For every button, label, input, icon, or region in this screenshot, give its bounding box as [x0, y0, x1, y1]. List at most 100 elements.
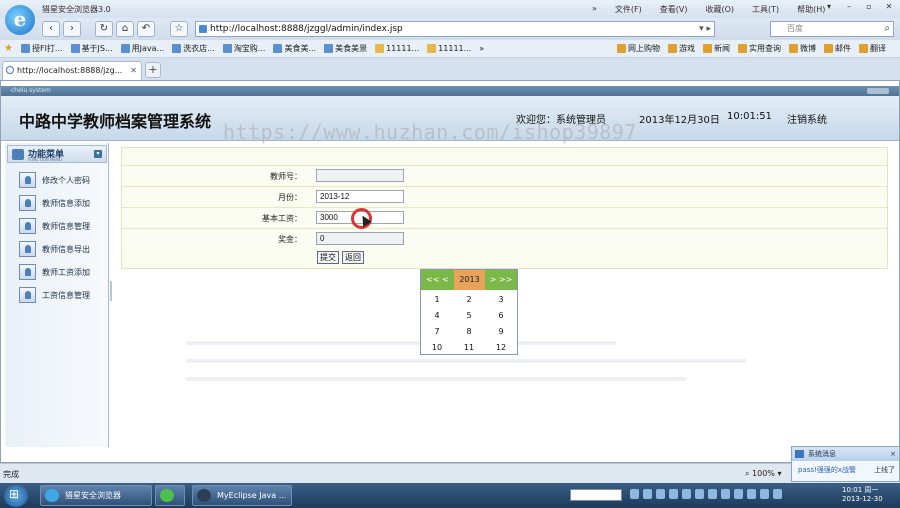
tab-close-icon[interactable]: ✕ [130, 62, 137, 79]
undo-icon[interactable]: ↶ [137, 21, 155, 37]
task-app[interactable] [155, 485, 185, 506]
month-cell[interactable]: 2 [453, 292, 485, 308]
strip-controls[interactable] [867, 88, 889, 94]
tab-current[interactable]: http://localhost:8888/jzg... ✕ [2, 61, 142, 80]
favorite-link[interactable]: 授FI打... [20, 43, 63, 54]
logout-link[interactable]: 注销系统 [787, 111, 827, 126]
new-tab-button[interactable]: + [145, 62, 161, 78]
favorite-shopping[interactable]: 网上购物 [617, 43, 660, 54]
taskbar-clock[interactable]: 10:01 周一 2013-12-30 [842, 486, 883, 504]
tray-icon[interactable] [643, 489, 652, 499]
page-top-strip: chelu system [1, 86, 899, 96]
tray-icon[interactable] [734, 489, 743, 499]
bonus-field[interactable] [316, 232, 404, 245]
task-browser[interactable]: 猎星安全浏览器 [40, 485, 152, 506]
refresh-icon[interactable]: ↻ [95, 21, 113, 37]
tray-icon[interactable] [773, 489, 782, 499]
month-cell[interactable]: 5 [453, 308, 485, 324]
menu-tools[interactable]: 工具(T) [752, 4, 779, 15]
favorite-link[interactable]: 淘宝购... [222, 43, 265, 54]
prev-year-button[interactable]: << < [421, 270, 454, 290]
collapse-icon[interactable]: ▾ [94, 150, 102, 158]
favorite-folder[interactable]: 11111... [427, 44, 471, 53]
browser-title: 猎星安全浏览器3.0 [42, 5, 111, 14]
address-dropdown-icon[interactable]: ▾ ▸ [699, 22, 711, 36]
forward-icon[interactable]: › [63, 21, 81, 37]
month-cell[interactable]: 10 [421, 340, 453, 356]
favorite-link[interactable]: 用Java... [120, 43, 164, 54]
sidebar: 功能菜单 FUNCTION MENU ▾ 修改个人密码 教师信息添加 教师信息管… [5, 143, 109, 447]
task-myeclipse[interactable]: MyEclipse Java ... [192, 485, 292, 506]
tray-icon[interactable] [747, 489, 756, 499]
tray-input[interactable] [570, 489, 622, 501]
teacher-no-field[interactable] [316, 169, 404, 182]
favorite-games[interactable]: 游戏 [668, 43, 695, 54]
month-cell[interactable]: 7 [421, 324, 453, 340]
next-year-button[interactable]: > >> [485, 270, 517, 290]
favorite-link[interactable]: 美食美景 [324, 43, 367, 54]
sidebar-item-manage-salary[interactable]: 工资信息管理 [19, 286, 90, 304]
month-cell[interactable]: 3 [485, 292, 517, 308]
month-cell[interactable]: 9 [485, 324, 517, 340]
favorite-link[interactable]: 洗衣店... [172, 43, 215, 54]
favorites-more[interactable]: » [479, 44, 484, 53]
star-icon[interactable]: ☆ [170, 21, 188, 37]
month-cell[interactable]: 1 [421, 292, 453, 308]
zoom-level[interactable]: ⌕ 100% ▾ [745, 469, 781, 479]
month-field[interactable] [316, 190, 404, 203]
notification-body[interactable]: pass!强强的x战警 [798, 465, 856, 475]
favorite-news[interactable]: 新闻 [703, 43, 730, 54]
tray-icon[interactable] [656, 489, 665, 499]
favorite-folder[interactable]: 11111... [375, 44, 419, 53]
tray-icon[interactable] [630, 489, 639, 499]
tray-icon[interactable] [721, 489, 730, 499]
tray-icon[interactable] [708, 489, 717, 499]
pin-icon[interactable]: ▾ [820, 1, 838, 13]
navigation-bar: ‹ › ↻ ⌂ ↶ ☆ http://localhost:8888/jzggl/… [0, 18, 900, 40]
menu-view[interactable]: 查看(V) [660, 4, 688, 15]
month-cell[interactable]: 4 [421, 308, 453, 324]
favorite-mail[interactable]: 邮件 [824, 43, 851, 54]
tab-title: http://localhost:8888/jzg... [17, 66, 123, 75]
notification-header: 系统消息 × [792, 447, 899, 461]
home-icon[interactable]: ⌂ [116, 21, 134, 37]
month-cell[interactable]: 11 [453, 340, 485, 356]
sidebar-splitter[interactable] [110, 281, 112, 301]
month-cell[interactable]: 12 [485, 340, 517, 356]
minimize-icon[interactable]: – [840, 1, 858, 13]
address-bar[interactable]: http://localhost:8888/jzggl/admin/index.… [195, 21, 715, 37]
sidebar-item-add-teacher[interactable]: 教师信息添加 [19, 194, 90, 212]
tray-icon[interactable] [760, 489, 769, 499]
favorite-weibo[interactable]: 微博 [789, 43, 816, 54]
start-button[interactable] [4, 485, 28, 507]
system-title: 中路中学教师档案管理系统 [19, 112, 212, 131]
favorite-query[interactable]: 实用查询 [738, 43, 781, 54]
user-icon [19, 287, 36, 303]
submit-button[interactable]: 提交 [317, 251, 339, 264]
month-cell[interactable]: 8 [453, 324, 485, 340]
search-input[interactable]: 百度 ⌕ [770, 21, 894, 37]
tray-icon[interactable] [682, 489, 691, 499]
sidebar-item-manage-teacher[interactable]: 教师信息管理 [19, 217, 90, 235]
tray-icon[interactable] [669, 489, 678, 499]
menu-more[interactable]: » [592, 4, 597, 15]
search-icon[interactable]: ⌕ [884, 22, 890, 36]
favorites-star-icon[interactable]: ★ [4, 43, 13, 54]
sidebar-item-change-password[interactable]: 修改个人密码 [19, 171, 90, 189]
favorite-link[interactable]: 美食美... [273, 43, 316, 54]
tray-icon[interactable] [695, 489, 704, 499]
sidebar-item-export-teacher[interactable]: 教师信息导出 [19, 240, 90, 258]
menu-file[interactable]: 文件(F) [615, 4, 642, 15]
menu-favorites[interactable]: 收藏(O) [705, 4, 734, 15]
favorite-translate[interactable]: 翻译 [859, 43, 886, 54]
favorite-link[interactable]: 基于JS... [70, 43, 113, 54]
sidebar-item-label: 教师信息导出 [42, 244, 90, 254]
sidebar-item-add-salary[interactable]: 教师工资添加 [19, 263, 90, 281]
notification-close-icon[interactable]: × [890, 447, 896, 461]
back-icon[interactable]: ‹ [42, 21, 60, 37]
back-button[interactable]: 返回 [342, 251, 364, 264]
month-cell[interactable]: 6 [485, 308, 517, 324]
close-icon[interactable]: ✕ [880, 1, 898, 13]
maximize-icon[interactable]: ▫ [860, 1, 878, 13]
sidebar-item-label: 教师工资添加 [42, 267, 90, 277]
